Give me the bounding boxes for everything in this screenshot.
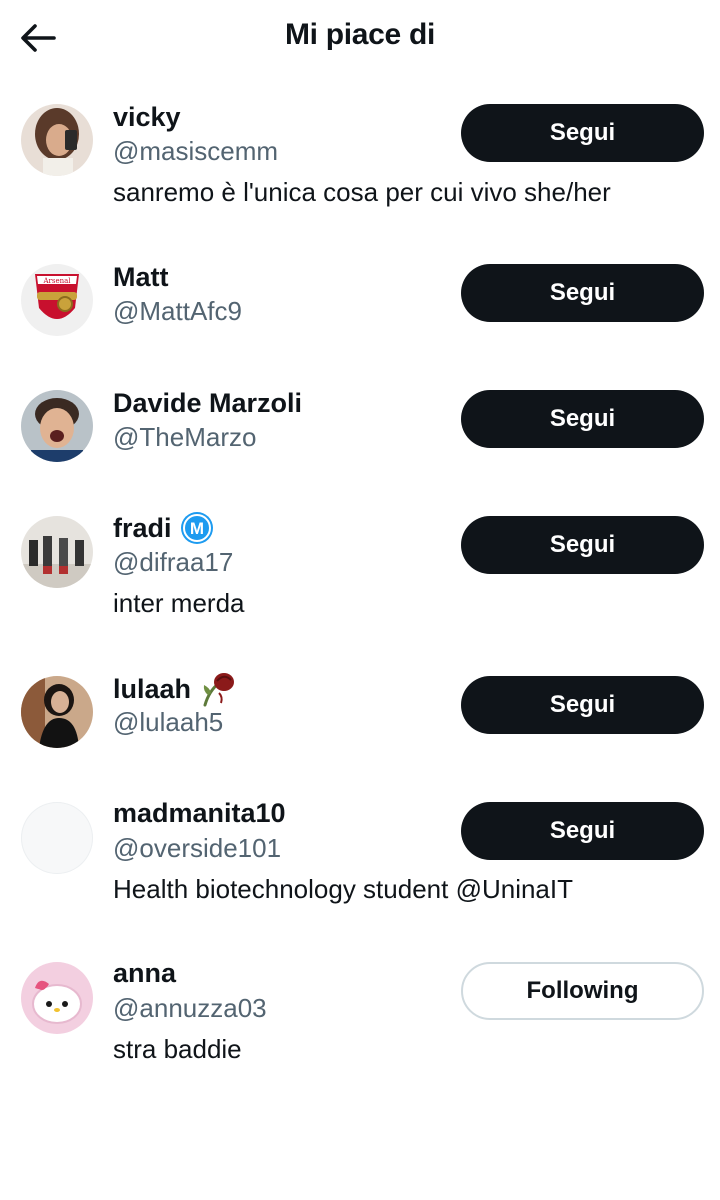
user-bio: inter merda [113, 588, 245, 618]
user-bio: sanremo è l'unica cosa per cui vivo she/… [113, 177, 611, 207]
avatar[interactable] [21, 390, 93, 462]
display-name[interactable]: lulaah [113, 671, 237, 707]
following-button[interactable]: Following [461, 962, 704, 1020]
user-handle[interactable]: @overside101 [113, 832, 281, 864]
display-name[interactable]: vicky [113, 101, 181, 133]
follow-button[interactable]: Segui [461, 390, 704, 448]
wilted-rose-emoji [199, 671, 237, 707]
svg-text:Arsenal: Arsenal [42, 277, 71, 285]
follow-button[interactable]: Segui [461, 516, 704, 574]
user-bio: stra baddie [113, 1034, 242, 1064]
metaverse-m-badge-icon: M [180, 511, 214, 545]
top-bar: Mi piace di [0, 0, 720, 78]
user-handle[interactable]: @masiscemm [113, 135, 278, 167]
display-name[interactable]: Davide Marzoli [113, 387, 302, 419]
follow-button[interactable]: Segui [461, 802, 704, 860]
user-handle[interactable]: @MattAfc9 [113, 295, 242, 327]
user-handle[interactable]: @TheMarzo [113, 421, 256, 453]
user-handle[interactable]: @annuzza03 [113, 992, 267, 1024]
avatar[interactable] [21, 676, 93, 748]
user-handle[interactable]: @difraa17 [113, 546, 233, 578]
avatar[interactable] [21, 516, 93, 588]
avatar[interactable]: Arsenal [21, 264, 93, 336]
follow-button[interactable]: Segui [461, 104, 704, 162]
display-name[interactable]: anna [113, 957, 176, 989]
follow-button[interactable]: Segui [461, 676, 704, 734]
avatar[interactable] [21, 104, 93, 176]
follow-button[interactable]: Segui [461, 264, 704, 322]
user-bio: Health biotechnology student @UninaIT [113, 874, 574, 904]
avatar[interactable] [21, 962, 93, 1034]
page-title: Mi piace di [284, 18, 436, 51]
display-name[interactable]: madmanita10 [113, 797, 286, 829]
display-name[interactable]: Matt [113, 261, 169, 293]
avatar[interactable] [21, 802, 93, 874]
display-name[interactable]: fradi M [113, 511, 214, 545]
svg-text:M: M [189, 519, 203, 538]
user-handle[interactable]: @lulaah5 [113, 706, 223, 738]
